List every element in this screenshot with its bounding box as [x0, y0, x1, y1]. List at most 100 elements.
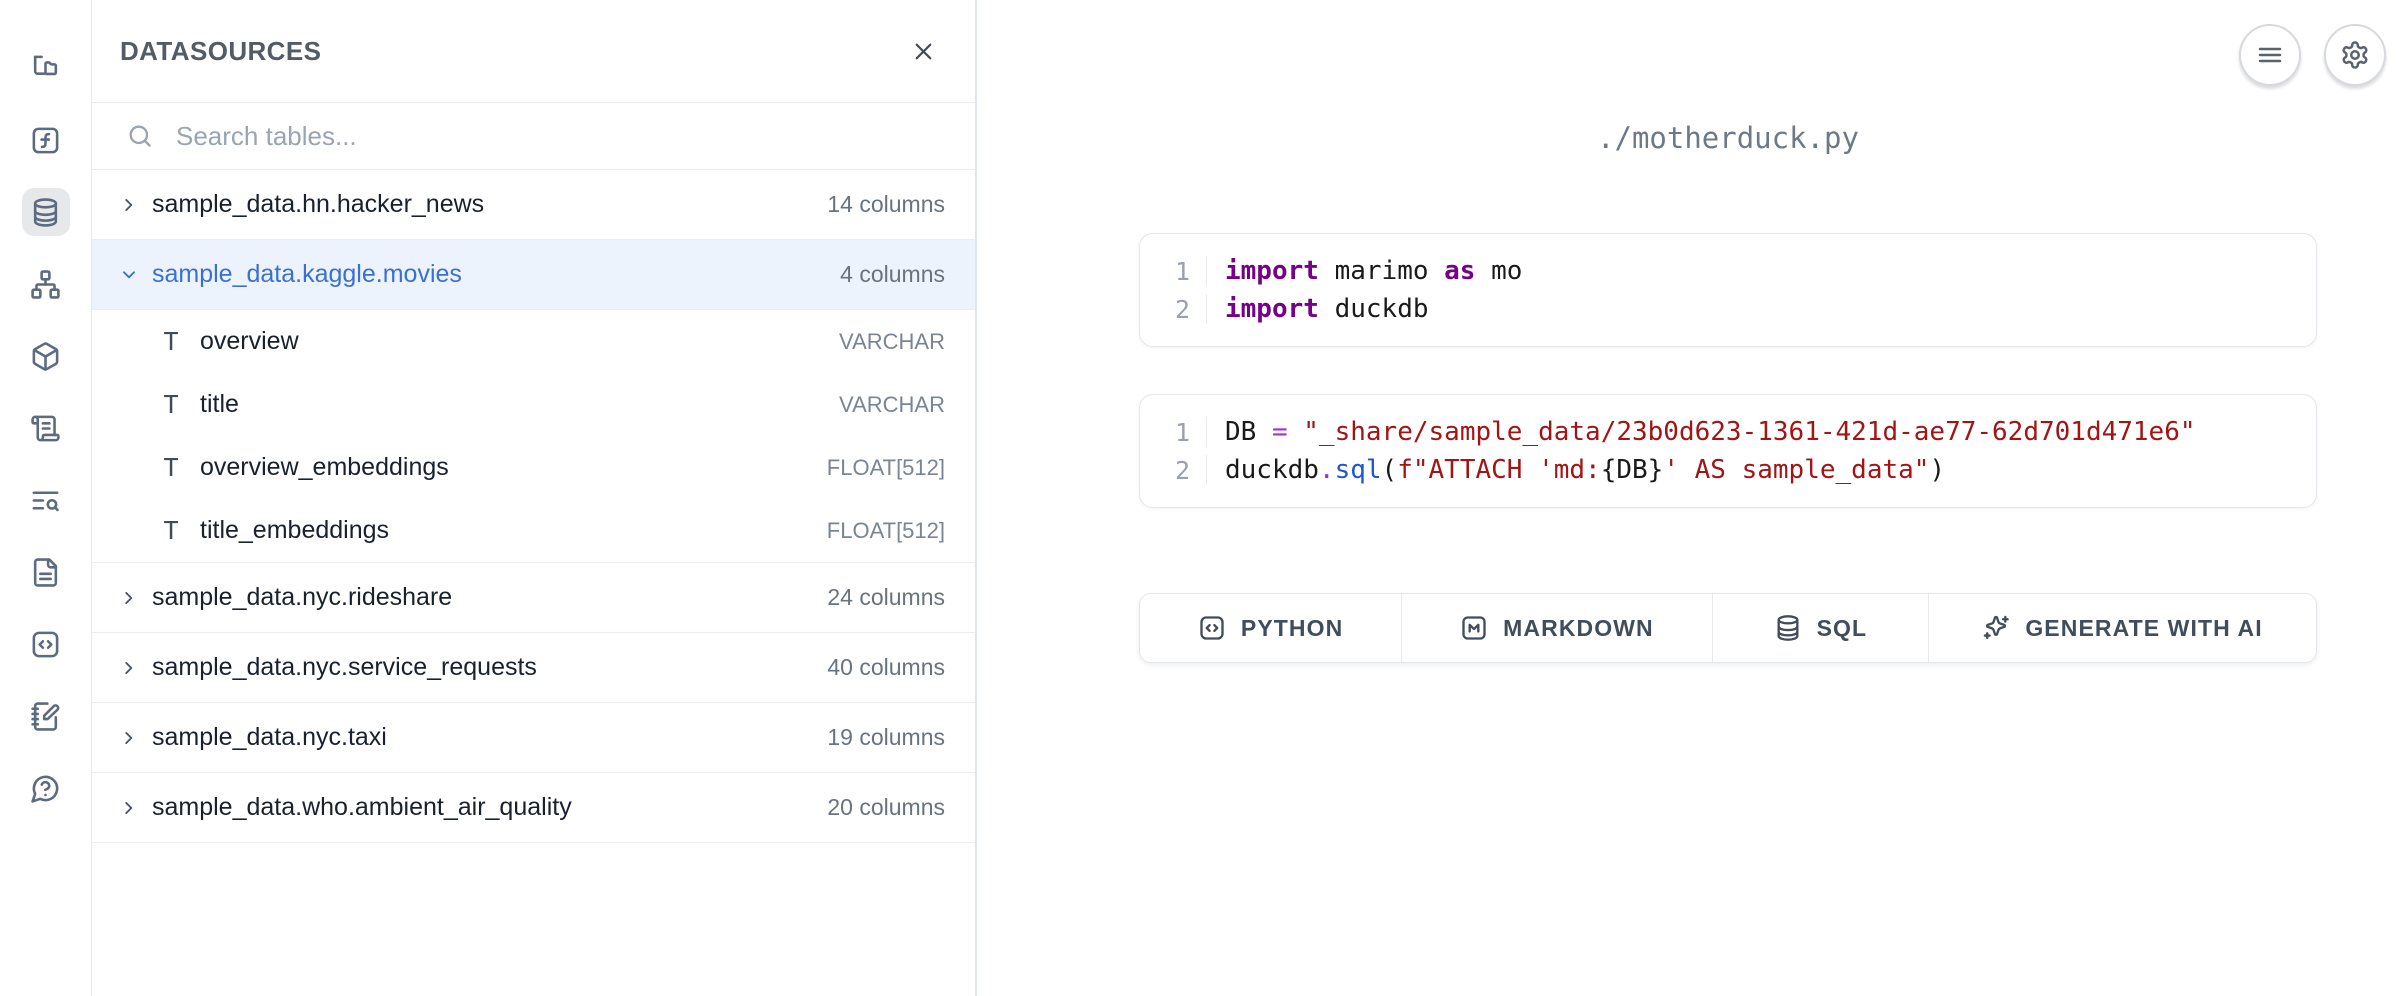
sparkles-icon: [1982, 614, 2010, 642]
datasources-panel-header: DATASOURCES: [92, 0, 975, 103]
code-token: {DB}: [1601, 455, 1664, 485]
code-line: 2duckdb.sql(f"ATTACH 'md:{DB}' AS sample…: [1140, 451, 2316, 489]
sidebar-item-documentation[interactable]: [22, 548, 70, 596]
add-cell-button-label: MARKDOWN: [1503, 615, 1654, 642]
table-row[interactable]: sample_data.nyc.service_requests 40 colum…: [92, 633, 975, 703]
database-icon: [30, 197, 61, 228]
sidebar-item-help[interactable]: [22, 764, 70, 812]
table-row[interactable]: sample_data.kaggle.movies4 columns: [92, 240, 975, 310]
add-cell-button-generate-with-ai[interactable]: GENERATE WITH AI: [1929, 594, 2316, 662]
column-row[interactable]: TtitleVARCHAR: [92, 373, 975, 436]
column-name: overview: [200, 327, 823, 356]
code-token: duckdb: [1225, 455, 1319, 485]
code-token: =: [1272, 417, 1288, 447]
code-text: import marimo as mo: [1206, 256, 2316, 286]
code-text: duckdb.sql(f"ATTACH 'md:{DB}' AS sample_…: [1206, 455, 2316, 485]
add-cell-button-label: SQL: [1817, 615, 1868, 642]
type-text-icon: T: [158, 327, 184, 356]
text-search-icon: [30, 485, 61, 516]
add-cell-button-markdown[interactable]: MARKDOWN: [1402, 594, 1712, 662]
function-square-icon: [30, 125, 61, 156]
chevron-right-icon: [118, 194, 140, 216]
chevron-right-wrap: [118, 797, 140, 819]
add-cell-button-python[interactable]: PYTHON: [1140, 594, 1402, 662]
code-token: ): [1929, 455, 1945, 485]
code-text: DB = "_share/sample_data/23b0d623-1361-4…: [1206, 417, 2316, 447]
table-name: sample_data.hn.hacker_news: [152, 190, 815, 219]
markdown-icon: [1460, 614, 1488, 642]
code-token: sql: [1335, 455, 1382, 485]
sidebar-item-dependency-graph[interactable]: [22, 260, 70, 308]
sidebar-item-file-explorer[interactable]: [22, 44, 70, 92]
code-square-icon: [1198, 614, 1226, 642]
chevron-right-icon: [118, 797, 140, 819]
sidebar-item-packages[interactable]: [22, 332, 70, 380]
code-square-icon: [30, 629, 61, 660]
menu-button[interactable]: [2239, 24, 2301, 86]
chevron-right-wrap: [118, 657, 140, 679]
attach-db-cell[interactable]: 1DB = "_share/sample_data/23b0d623-1361-…: [1139, 394, 2317, 508]
column-row[interactable]: Ttitle_embeddingsFLOAT[512]: [92, 499, 975, 562]
chevron-right-icon: [118, 657, 140, 679]
table-name: sample_data.nyc.taxi: [152, 723, 815, 752]
table-list: sample_data.hn.hacker_news14 columnssamp…: [92, 170, 975, 996]
search-bar: [92, 103, 975, 170]
column-row[interactable]: Toverview_embeddingsFLOAT[512]: [92, 436, 975, 499]
table-row[interactable]: sample_data.hn.hacker_news 14 columns: [92, 170, 975, 240]
search-tables-input[interactable]: [176, 121, 947, 152]
code-token: as: [1444, 256, 1475, 286]
column-type: VARCHAR: [839, 392, 945, 418]
table-row[interactable]: sample_data.nyc.rideshare 24 columns: [92, 563, 975, 633]
settings-button[interactable]: [2324, 24, 2386, 86]
sidebar-item-functions[interactable]: [22, 116, 70, 164]
column-list: ToverviewVARCHARTtitleVARCHARToverview_e…: [92, 310, 975, 563]
notebook-area: ./motherduck.py 1import marimo as mo2imp…: [977, 0, 2399, 996]
table-column-count: 24 columns: [827, 584, 945, 611]
table-column-count: 4 columns: [840, 261, 945, 288]
table-column-count: 20 columns: [827, 794, 945, 821]
sidebar-item-snippets[interactable]: [22, 620, 70, 668]
table-name: sample_data.nyc.service_requests: [152, 653, 815, 682]
close-panel-button[interactable]: [901, 29, 945, 73]
chevron-right-icon: [118, 587, 140, 609]
code-token: [1288, 417, 1304, 447]
column-type: VARCHAR: [839, 329, 945, 355]
column-name: title_embeddings: [200, 516, 811, 545]
column-type: FLOAT[512]: [827, 518, 945, 544]
code-token: DB: [1225, 417, 1272, 447]
sidebar-item-datasources[interactable]: [22, 188, 70, 236]
folder-tree-icon: [30, 53, 61, 84]
table-column-count: 40 columns: [827, 654, 945, 681]
scroll-icon: [30, 413, 61, 444]
line-number: 1: [1140, 257, 1206, 286]
sidebar-item-logs[interactable]: [22, 404, 70, 452]
code-text: import duckdb: [1206, 294, 2316, 324]
icon-sidebar: [0, 0, 92, 996]
code-token: marimo: [1319, 256, 1444, 286]
file-text-icon: [30, 557, 61, 588]
column-row[interactable]: Toverview VARCHAR: [92, 310, 975, 373]
sidebar-item-search-logs[interactable]: [22, 476, 70, 524]
table-name: sample_data.nyc.rideshare: [152, 583, 815, 612]
table-column-count: 14 columns: [827, 191, 945, 218]
table-row[interactable]: sample_data.nyc.taxi 19 columns: [92, 703, 975, 773]
add-cell-button-sql[interactable]: SQL: [1713, 594, 1929, 662]
code-token: duckdb: [1319, 294, 1429, 324]
chevron-right-wrap: [118, 587, 140, 609]
table-row[interactable]: sample_data.who.ambient_air_quality 20 co…: [92, 773, 975, 843]
sidebar-item-scratchpad[interactable]: [22, 692, 70, 740]
code-line: 2import duckdb: [1140, 290, 2316, 328]
type-text-icon: T: [158, 453, 184, 482]
table-name: sample_data.who.ambient_air_quality: [152, 793, 815, 822]
chevron-down-wrap: [118, 264, 140, 286]
type-text-icon: T: [158, 390, 184, 419]
table-column-count: 19 columns: [827, 724, 945, 751]
search-icon: [126, 122, 154, 150]
line-number: 1: [1140, 418, 1206, 447]
notebook-content: ./motherduck.py 1import marimo as mo2imp…: [1139, 0, 2317, 663]
notebook-filename: ./motherduck.py: [1139, 118, 2317, 158]
code-token: mo: [1475, 256, 1522, 286]
chevron-down-icon: [118, 264, 140, 286]
code-token: import: [1225, 256, 1319, 286]
imports-cell[interactable]: 1import marimo as mo2import duckdb: [1139, 233, 2317, 347]
